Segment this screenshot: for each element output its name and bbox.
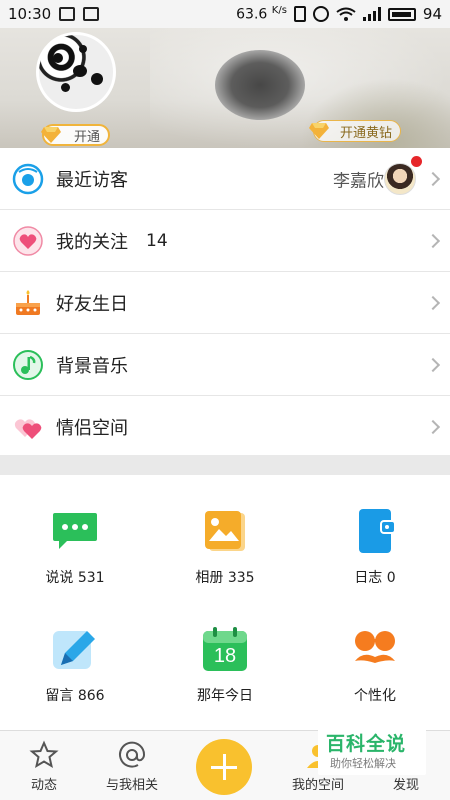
wifi-icon	[336, 7, 356, 21]
chevron-right-icon	[425, 357, 441, 372]
tab-feed[interactable]: 动态	[4, 731, 84, 800]
publish-plus-button[interactable]	[196, 739, 252, 795]
open-gold-diamond-button[interactable]: 开通黄钻	[309, 120, 401, 142]
row-label: 情侣空间	[56, 418, 128, 439]
signal-icon	[362, 7, 381, 21]
vibrate-icon	[293, 6, 306, 22]
avatar[interactable]	[36, 32, 116, 112]
grid-item-label: 相册 335	[195, 570, 255, 586]
tab-label: 动态	[30, 778, 57, 793]
heart-icon	[12, 225, 44, 257]
visitor-avatar[interactable]	[384, 162, 416, 195]
visitor-name: 李嘉欣	[333, 171, 384, 191]
watermark-subtitle: 助你轻松解决	[330, 757, 396, 770]
profile-menu-list: 最近访客 李嘉欣 我的关注 14 好友生日 背景音乐 情侣空间	[0, 148, 450, 458]
notification-icon	[59, 7, 76, 21]
diamond-icon	[40, 126, 62, 144]
chevron-right-icon	[425, 171, 441, 186]
tab-mentions[interactable]: 与我相关	[92, 731, 172, 800]
network-speed-value: 63.6	[236, 6, 268, 23]
open-gold-diamond-label: 开通黄钻	[339, 125, 392, 141]
grid-item-album[interactable]: 相册 335	[150, 483, 300, 601]
row-label: 好友生日	[56, 293, 128, 315]
grid-item-label: 那年今日	[197, 688, 253, 704]
mustache-glasses-icon	[351, 625, 399, 673]
grid-item-journal[interactable]: 日志 0	[300, 483, 450, 601]
battery-level: 94	[422, 5, 442, 23]
network-speed-unit: K/s	[271, 5, 287, 17]
chevron-right-icon	[425, 295, 441, 310]
grid-item-label: 日志 0	[354, 570, 396, 586]
couple-hearts-icon	[12, 411, 44, 443]
grid-item-messages[interactable]: 留言 866	[0, 601, 150, 719]
watermark-title: 百科全说	[326, 733, 407, 755]
journal-icon	[351, 507, 399, 555]
status-bar: 10:30 63.6 K/s 94	[0, 0, 450, 28]
cover-photo-dog	[215, 50, 305, 120]
vip-open-badge[interactable]: 开通	[40, 124, 110, 146]
row-label: 最近访客	[56, 169, 128, 191]
chevron-right-icon	[425, 233, 441, 248]
following-count: 14	[146, 230, 168, 251]
chat-bubble-icon	[51, 507, 99, 555]
tab-label: 我的空间	[291, 778, 344, 793]
tab-label: 与我相关	[105, 778, 158, 793]
mail-notification-icon	[83, 7, 100, 21]
music-note-icon	[12, 349, 44, 381]
network-speed: 63.6 K/s	[236, 5, 287, 23]
grid-item-label: 留言 866	[45, 688, 105, 704]
at-icon	[117, 740, 147, 770]
grid-item-on-this-day[interactable]: 18 那年今日	[150, 601, 300, 719]
row-friend-birthdays[interactable]: 好友生日	[0, 272, 450, 334]
status-time: 10:30	[8, 5, 52, 23]
watermark-logo: 百科全说 助你轻松解决	[318, 727, 426, 775]
grid-item-shuoshuo[interactable]: 说说 531	[0, 483, 150, 601]
alarm-icon	[312, 6, 329, 22]
profile-banner[interactable]: 开通 开通黄钻	[0, 28, 450, 148]
battery-icon	[387, 7, 416, 21]
row-recent-visitors[interactable]: 最近访客 李嘉欣	[0, 148, 450, 210]
grid-item-personalize[interactable]: 个性化	[300, 601, 450, 719]
diamond-icon	[308, 122, 330, 140]
row-label: 我的关注	[56, 231, 128, 253]
section-divider	[0, 455, 450, 475]
new-visitor-dot	[411, 156, 422, 167]
tab-label: 发现	[392, 778, 419, 793]
chevron-right-icon	[425, 419, 441, 435]
row-label: 背景音乐	[56, 355, 128, 377]
row-couple-space[interactable]: 情侣空间	[0, 396, 450, 458]
birthday-cake-icon	[12, 287, 44, 319]
row-following[interactable]: 我的关注 14	[0, 210, 450, 272]
grid-item-label: 说说 531	[45, 570, 105, 586]
star-icon	[29, 740, 59, 770]
row-background-music[interactable]: 背景音乐	[0, 334, 450, 396]
photo-album-icon	[201, 507, 249, 555]
grid-item-label: 个性化	[354, 688, 396, 704]
feature-grid: 说说 531 相册 335 日志 0 留言 866 18 那年今日 个性化	[0, 475, 450, 730]
calendar-day: 18	[213, 645, 237, 667]
calendar-icon: 18	[201, 625, 249, 673]
vip-open-label: 开通	[73, 129, 100, 145]
pen-message-icon	[51, 625, 99, 673]
eye-icon	[12, 163, 44, 195]
